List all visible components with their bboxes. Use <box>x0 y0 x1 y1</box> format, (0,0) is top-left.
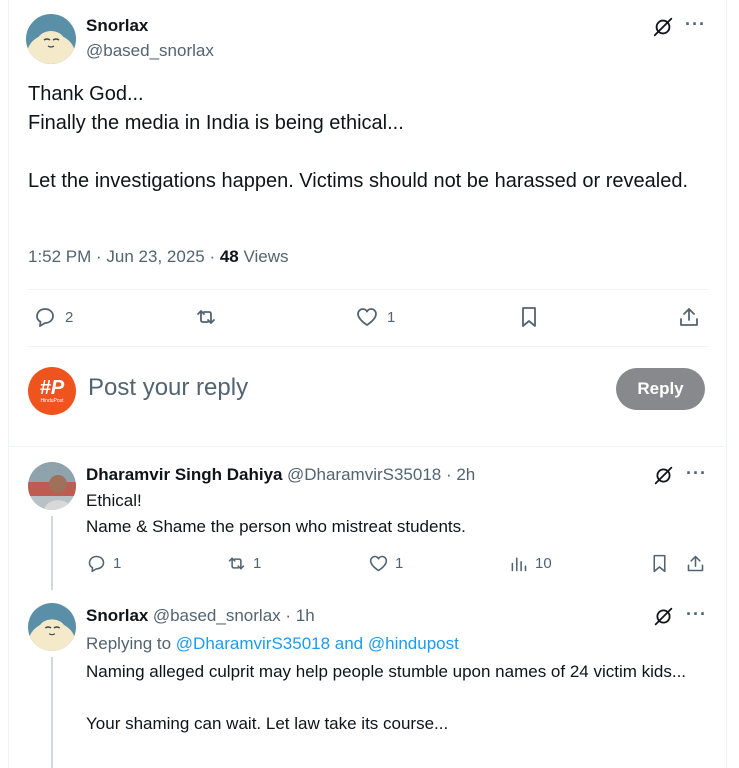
reply-text: Naming alleged culprit may help people s… <box>86 662 687 733</box>
views-label: Views <box>238 247 289 266</box>
share-icon <box>687 555 704 572</box>
bookmark-icon <box>653 554 666 573</box>
replying-to-prefix: Replying to <box>86 634 176 653</box>
divider <box>28 346 708 347</box>
divider <box>9 446 727 447</box>
views-action[interactable]: 10 <box>508 553 552 574</box>
divider <box>28 289 708 290</box>
replying-to-users[interactable]: @DharamvirS35018 and @hindupost <box>176 634 459 653</box>
more-options-icon[interactable]: ··· <box>686 604 707 625</box>
reply-text: Ethical! Name & Shame the person who mis… <box>86 491 466 536</box>
post-metadata: 1:52 PM · Jun 23, 2025 · 48 Views <box>28 247 289 267</box>
repost-action[interactable] <box>194 305 218 329</box>
thread-line <box>51 516 53 590</box>
reply-icon <box>36 308 54 327</box>
repost-action[interactable]: 1 <box>226 553 261 574</box>
share-icon <box>680 308 698 326</box>
repost-icon <box>228 557 245 570</box>
thread-line <box>51 657 53 768</box>
avatar[interactable] <box>26 14 76 64</box>
composer-avatar[interactable]: #P HinduPost <box>28 367 76 415</box>
reply-header: Dharamvir Singh Dahiya @DharamvirS35018 … <box>86 465 475 485</box>
repost-count: 1 <box>253 555 262 572</box>
repost-icon <box>197 310 215 324</box>
author-handle[interactable]: @based_snorlax <box>86 41 214 61</box>
like-count: 1 <box>395 555 404 572</box>
author-handle[interactable]: @based_snorlax · 1h <box>153 606 315 625</box>
more-options-icon[interactable]: ··· <box>685 14 706 35</box>
author-name[interactable]: Snorlax <box>86 16 148 36</box>
reply-action[interactable]: 2 <box>33 305 73 329</box>
views-count: 48 <box>219 247 239 266</box>
reply-count: 1 <box>113 555 122 572</box>
reply-input[interactable]: Post your reply <box>88 374 248 402</box>
grok-icon[interactable] <box>653 606 674 632</box>
hindupost-logo: #P <box>39 376 65 399</box>
bookmark-icon <box>522 307 536 327</box>
reply-header: Snorlax @based_snorlax · 1h <box>86 606 315 626</box>
bookmark-action[interactable] <box>649 553 670 574</box>
post-timestamp[interactable]: 1:52 PM · Jun 23, 2025 · <box>28 247 220 266</box>
reply-icon <box>88 555 105 573</box>
reply-button[interactable]: Reply <box>616 368 705 410</box>
share-action[interactable] <box>685 553 706 574</box>
share-action[interactable] <box>677 305 701 329</box>
more-options-icon[interactable]: ··· <box>686 463 707 484</box>
avatar[interactable] <box>28 462 76 510</box>
post-text: Thank God... Finally the media in India … <box>28 83 689 192</box>
hindupost-logo-sub: HinduPost <box>40 397 64 404</box>
author-name[interactable]: Snorlax <box>86 606 148 625</box>
analytics-icon <box>511 557 527 572</box>
avatar[interactable] <box>28 603 76 651</box>
heart-icon <box>369 555 388 572</box>
heart-icon <box>357 308 377 326</box>
bookmark-action[interactable] <box>517 305 541 329</box>
reply-action[interactable]: 1 <box>86 553 121 574</box>
like-action[interactable]: 1 <box>368 553 403 574</box>
like-action[interactable]: 1 <box>355 305 395 329</box>
views-count: 10 <box>535 555 552 572</box>
author-handle[interactable]: @DharamvirS35018 · 2h <box>287 465 475 484</box>
like-count: 1 <box>387 308 396 326</box>
reply-count: 2 <box>65 308 74 326</box>
grok-icon[interactable] <box>652 16 676 40</box>
replying-to: Replying to @DharamvirS35018 and @hindup… <box>86 634 459 654</box>
author-name[interactable]: Dharamvir Singh Dahiya <box>86 465 283 484</box>
